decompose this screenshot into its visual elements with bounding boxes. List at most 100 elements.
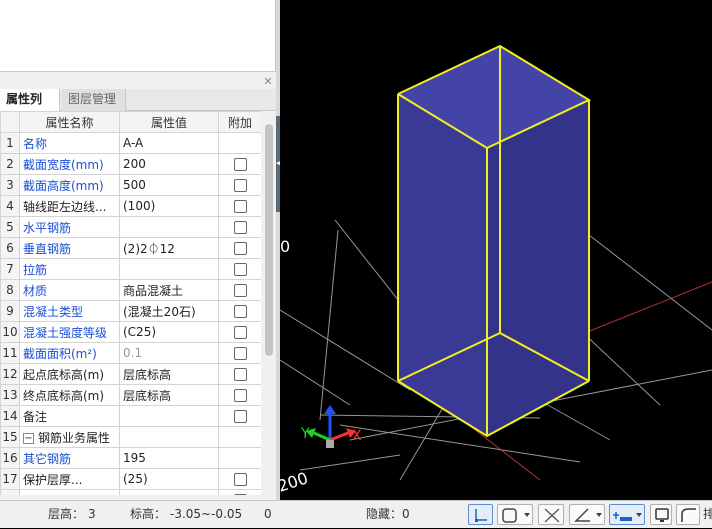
row-value[interactable]: (25) [119,468,219,490]
table-row[interactable]: 10 混凝土强度等级 (C25) [0,321,261,343]
3d-viewport[interactable]: X Y 0 200 [280,0,712,500]
row-value[interactable]: A-A [119,132,219,154]
angle-icon [574,508,590,522]
property-grid: 属性名称 属性值 附加 1 名称 A-A 2 截面宽度(mm) 200 3 截面… [0,111,261,495]
add-checkbox[interactable] [233,326,247,339]
row-value[interactable]: 商品混凝土 [119,279,219,301]
row-add-cell [218,279,261,301]
add-checkbox[interactable] [233,284,247,297]
row-value[interactable]: (2)2⏀12 [119,237,219,259]
add-checkbox[interactable] [233,494,247,495]
close-icon[interactable]: ✕ [262,76,274,88]
row-add-cell [218,132,261,154]
row-value[interactable]: 195 [119,447,219,469]
row-name: 垂直钢筋 [19,237,120,259]
row-num: 16 [0,447,20,469]
row-num: 10 [0,321,20,343]
row-value[interactable]: 500 [119,174,219,196]
angle-button[interactable] [569,504,605,525]
add-checkbox[interactable] [233,200,247,213]
row-name: 水平钢筋 [19,216,120,238]
table-row[interactable]: 8 材质 商品混凝土 [0,279,261,301]
property-panel: ✕ 属性列表 图层管理 属性名称 属性值 附加 1 名称 A-A [0,0,280,500]
table-row[interactable]: 3 截面高度(mm) 500 [0,174,261,196]
row-add-cell [218,405,261,427]
table-row[interactable]: 14 备注 [0,405,261,427]
add-checkbox[interactable] [233,305,247,318]
table-row[interactable]: 15 − 钢筋业务属性 [0,426,261,448]
table-row[interactable]: 2 截面宽度(mm) 200 [0,153,261,175]
row-num: 8 [0,279,20,301]
row-add-cell [218,363,261,385]
display-button[interactable] [650,504,672,525]
row-add-cell [218,321,261,343]
table-row[interactable]: 6 垂直钢筋 (2)2⏀12 [0,237,261,259]
table-row[interactable]: 1 名称 A-A [0,132,261,154]
table-row[interactable]: 16 其它钢筋 195 [0,447,261,469]
scrollbar-thumb[interactable] [265,124,273,356]
row-value[interactable]: 层底标高 [119,363,219,385]
table-row[interactable]: 13 终点底标高(m) 层底标高 [0,384,261,406]
table-row[interactable]: 4 轴线距左边线... (100) [0,195,261,217]
row-value[interactable] [119,405,219,427]
table-row[interactable]: 5 水平钢筋 [0,216,261,238]
curve-button[interactable] [676,504,700,525]
add-checkbox[interactable] [233,410,247,423]
table-row[interactable]: 7 拉筋 [0,258,261,280]
add-checkbox[interactable] [233,389,247,402]
add-checkbox[interactable] [233,242,247,255]
add-checkbox[interactable] [233,179,247,192]
row-num: 3 [0,174,20,196]
add-checkbox[interactable] [233,368,247,381]
row-num: 6 [0,237,20,259]
column-3d-box[interactable] [397,44,592,438]
row-value[interactable] [119,258,219,280]
table-row[interactable]: 17 保护层厚... (25) [0,468,261,490]
status-bar: 层高： 3 标高： -3.05~-0.05 0 隐藏： 0 排 [0,500,712,528]
add-checkbox[interactable] [233,221,247,234]
row-num: 12 [0,363,20,385]
cross-icon [544,508,560,523]
row-num: 5 [0,216,20,238]
row-value [119,426,219,448]
table-row[interactable] [0,489,261,495]
row-name: 钢筋业务属性 [38,430,111,445]
row-num: 13 [0,384,20,406]
row-value[interactable]: (100) [119,195,219,217]
add-checkbox[interactable] [233,263,247,276]
row-name-group: − 钢筋业务属性 [19,426,120,448]
row-name: 名称 [19,132,120,154]
add-checkbox[interactable] [233,473,247,486]
row-add-cell [218,468,261,490]
hidden-label: 隐藏： [366,507,403,521]
row-value[interactable]: (混凝土20石) [119,300,219,322]
row-name: 截面面积(m²) [19,342,120,364]
table-row[interactable]: 9 混凝土类型 (混凝土20石) [0,300,261,322]
box-right-face [487,100,589,436]
row-value[interactable]: 层底标高 [119,384,219,406]
ortho-snap-button[interactable] [468,504,493,525]
row-value[interactable]: (C25) [119,321,219,343]
panel-tabs: 属性列表 图层管理 [0,89,276,127]
add-checkbox[interactable] [233,347,247,360]
add-checkbox[interactable] [233,158,247,171]
dimension-button[interactable] [609,504,645,525]
row-name: 混凝土类型 [19,300,120,322]
row-name: 其它钢筋 [19,447,120,469]
table-row[interactable]: 11 截面面积(m²) 0.1 [0,342,261,364]
vertical-scrollbar[interactable] [262,111,276,495]
row-value[interactable] [119,216,219,238]
floor-height-label: 层高： [48,507,85,521]
snap-mode-button[interactable] [497,504,533,525]
collapse-toggle-icon[interactable]: − [23,432,34,444]
ortho-icon [475,509,487,522]
tab-layer-management[interactable]: 图层管理 [62,89,126,111]
tab-attribute-list[interactable]: 属性列表 [0,89,60,127]
row-add-cell [218,426,261,448]
row-value[interactable]: 200 [119,153,219,175]
row-num: 4 [0,195,20,217]
table-row[interactable]: 12 起点底标高(m) 层底标高 [0,363,261,385]
cross-snap-button[interactable] [538,504,564,525]
row-num: 15 [0,426,20,448]
row-value-partial [119,489,219,495]
